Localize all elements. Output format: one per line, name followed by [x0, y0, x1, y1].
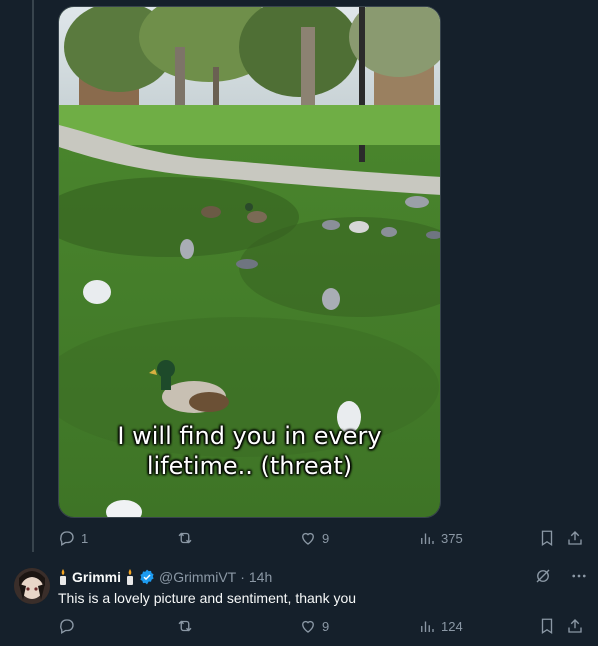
reply-icon — [60, 531, 74, 546]
share-button[interactable] — [566, 527, 584, 549]
views-count: 375 — [441, 530, 463, 546]
grok-icon[interactable] — [534, 567, 552, 585]
views-button[interactable]: 124 — [418, 615, 463, 637]
reply-action-bar: 9 124 — [58, 615, 588, 637]
avatar[interactable] — [14, 568, 50, 604]
post-time[interactable]: 14h — [249, 569, 272, 585]
views-icon — [421, 621, 434, 632]
repost-button[interactable] — [176, 527, 199, 549]
verified-icon[interactable] — [139, 569, 155, 585]
post-media-image[interactable]: I will find you in every lifetime.. (thr… — [58, 6, 441, 518]
like-count: 9 — [322, 530, 330, 546]
more-icon[interactable] — [570, 567, 588, 585]
reply-text: This is a lovely picture and sentiment, … — [58, 590, 357, 606]
views-count: 124 — [441, 618, 463, 634]
display-name[interactable]: Grimmi — [72, 569, 121, 585]
share-button[interactable] — [566, 615, 584, 637]
views-button[interactable]: 375 — [418, 527, 463, 549]
reply-top-actions — [534, 567, 588, 585]
candle-icon — [60, 569, 66, 585]
like-icon — [302, 620, 314, 633]
reply-button[interactable]: 1 — [58, 527, 88, 549]
repost-icon — [178, 532, 192, 544]
caption-line-1: I will find you in every — [117, 422, 382, 450]
repost-icon — [178, 620, 192, 632]
reply-count: 1 — [81, 530, 89, 546]
video-caption: I will find you in every lifetime.. (thr… — [59, 421, 440, 481]
reply-button[interactable] — [58, 615, 81, 637]
share-icon — [568, 531, 582, 545]
like-button[interactable]: 9 — [299, 615, 329, 637]
candle-icon — [127, 569, 134, 585]
avatar-image — [14, 568, 50, 604]
reply-header: Grimmi @GrimmiVT · 14h — [58, 569, 272, 585]
post-action-bar: 1 9 375 — [58, 527, 588, 549]
caption-line-2: lifetime.. (threat) — [146, 452, 353, 480]
thread-line — [32, 0, 34, 552]
bookmark-icon — [541, 530, 553, 547]
user-handle[interactable]: @GrimmiVT — [159, 569, 236, 585]
bookmark-button[interactable] — [538, 527, 556, 549]
bookmark-icon — [541, 618, 553, 635]
views-icon — [421, 533, 434, 544]
like-count: 9 — [322, 618, 330, 634]
share-icon — [568, 619, 582, 633]
repost-button[interactable] — [176, 615, 199, 637]
reply-icon — [60, 619, 74, 634]
like-icon — [302, 532, 314, 545]
bookmark-button[interactable] — [538, 615, 556, 637]
like-button[interactable]: 9 — [299, 527, 329, 549]
dot-separator: · — [240, 569, 245, 585]
